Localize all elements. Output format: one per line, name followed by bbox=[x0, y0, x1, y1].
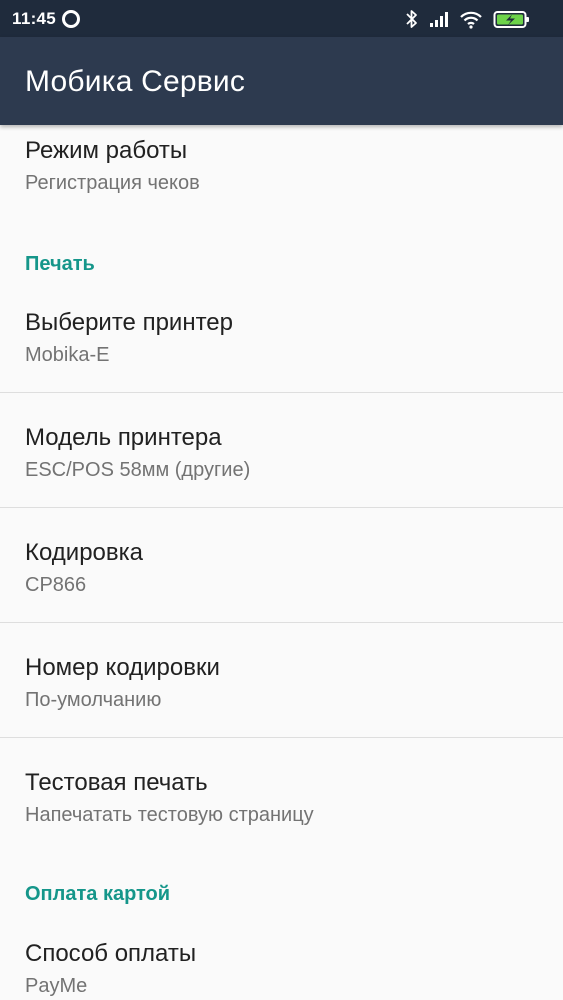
app-bar: Мобика Сервис bbox=[0, 37, 563, 125]
divider bbox=[0, 737, 563, 738]
notification-circle-icon bbox=[62, 10, 80, 28]
battery-charging-icon bbox=[493, 11, 529, 28]
pref-summary: Напечатать тестовую страницу bbox=[25, 804, 314, 826]
wifi-icon bbox=[460, 11, 482, 29]
pref-title: Выберите принтер bbox=[25, 309, 233, 336]
pref-title: Номер кодировки bbox=[25, 654, 220, 681]
signal-icon bbox=[430, 12, 448, 27]
pref-test-print[interactable]: Тестовая печать Напечатать тестовую стра… bbox=[0, 769, 563, 839]
bluetooth-icon bbox=[406, 10, 417, 28]
divider bbox=[0, 622, 563, 623]
category-card-payment: Оплата картой bbox=[25, 883, 171, 905]
status-time: 11:45 bbox=[12, 9, 57, 28]
pref-summary: Регистрация чеков bbox=[25, 172, 200, 194]
status-icons bbox=[405, 8, 555, 30]
divider bbox=[0, 507, 563, 508]
pref-select-printer[interactable]: Выберите принтер Mobika-E bbox=[0, 309, 563, 379]
pref-summary: ESC/POS 58мм (другие) bbox=[25, 459, 251, 481]
pref-summary: PayMe bbox=[25, 975, 88, 997]
pref-summary: CP866 bbox=[25, 574, 87, 596]
pref-title: Модель принтера bbox=[25, 424, 222, 451]
pref-summary: По-умолчанию bbox=[25, 689, 162, 711]
pref-summary: Mobika-E bbox=[25, 344, 110, 366]
settings-list[interactable]: Режим работы Регистрация чеков Печать Вы… bbox=[0, 125, 563, 1000]
pref-title: Режим работы bbox=[25, 137, 188, 164]
pref-title: Кодировка bbox=[25, 539, 144, 566]
pref-encoding[interactable]: Кодировка CP866 bbox=[0, 539, 563, 609]
divider bbox=[0, 392, 563, 393]
pref-encoding-number[interactable]: Номер кодировки По-умолчанию bbox=[0, 654, 563, 724]
pref-title: Тестовая печать bbox=[25, 769, 208, 796]
pref-payment-method[interactable]: Способ оплаты PayMe bbox=[0, 940, 563, 1000]
pref-title: Способ оплаты bbox=[25, 940, 197, 967]
app-title: Мобика Сервис bbox=[25, 65, 246, 98]
pref-printer-model[interactable]: Модель принтера ESC/POS 58мм (другие) bbox=[0, 424, 563, 494]
status-bar: 11:45 bbox=[0, 0, 563, 37]
category-print: Печать bbox=[25, 253, 95, 275]
pref-work-mode[interactable]: Режим работы Регистрация чеков bbox=[0, 137, 563, 207]
